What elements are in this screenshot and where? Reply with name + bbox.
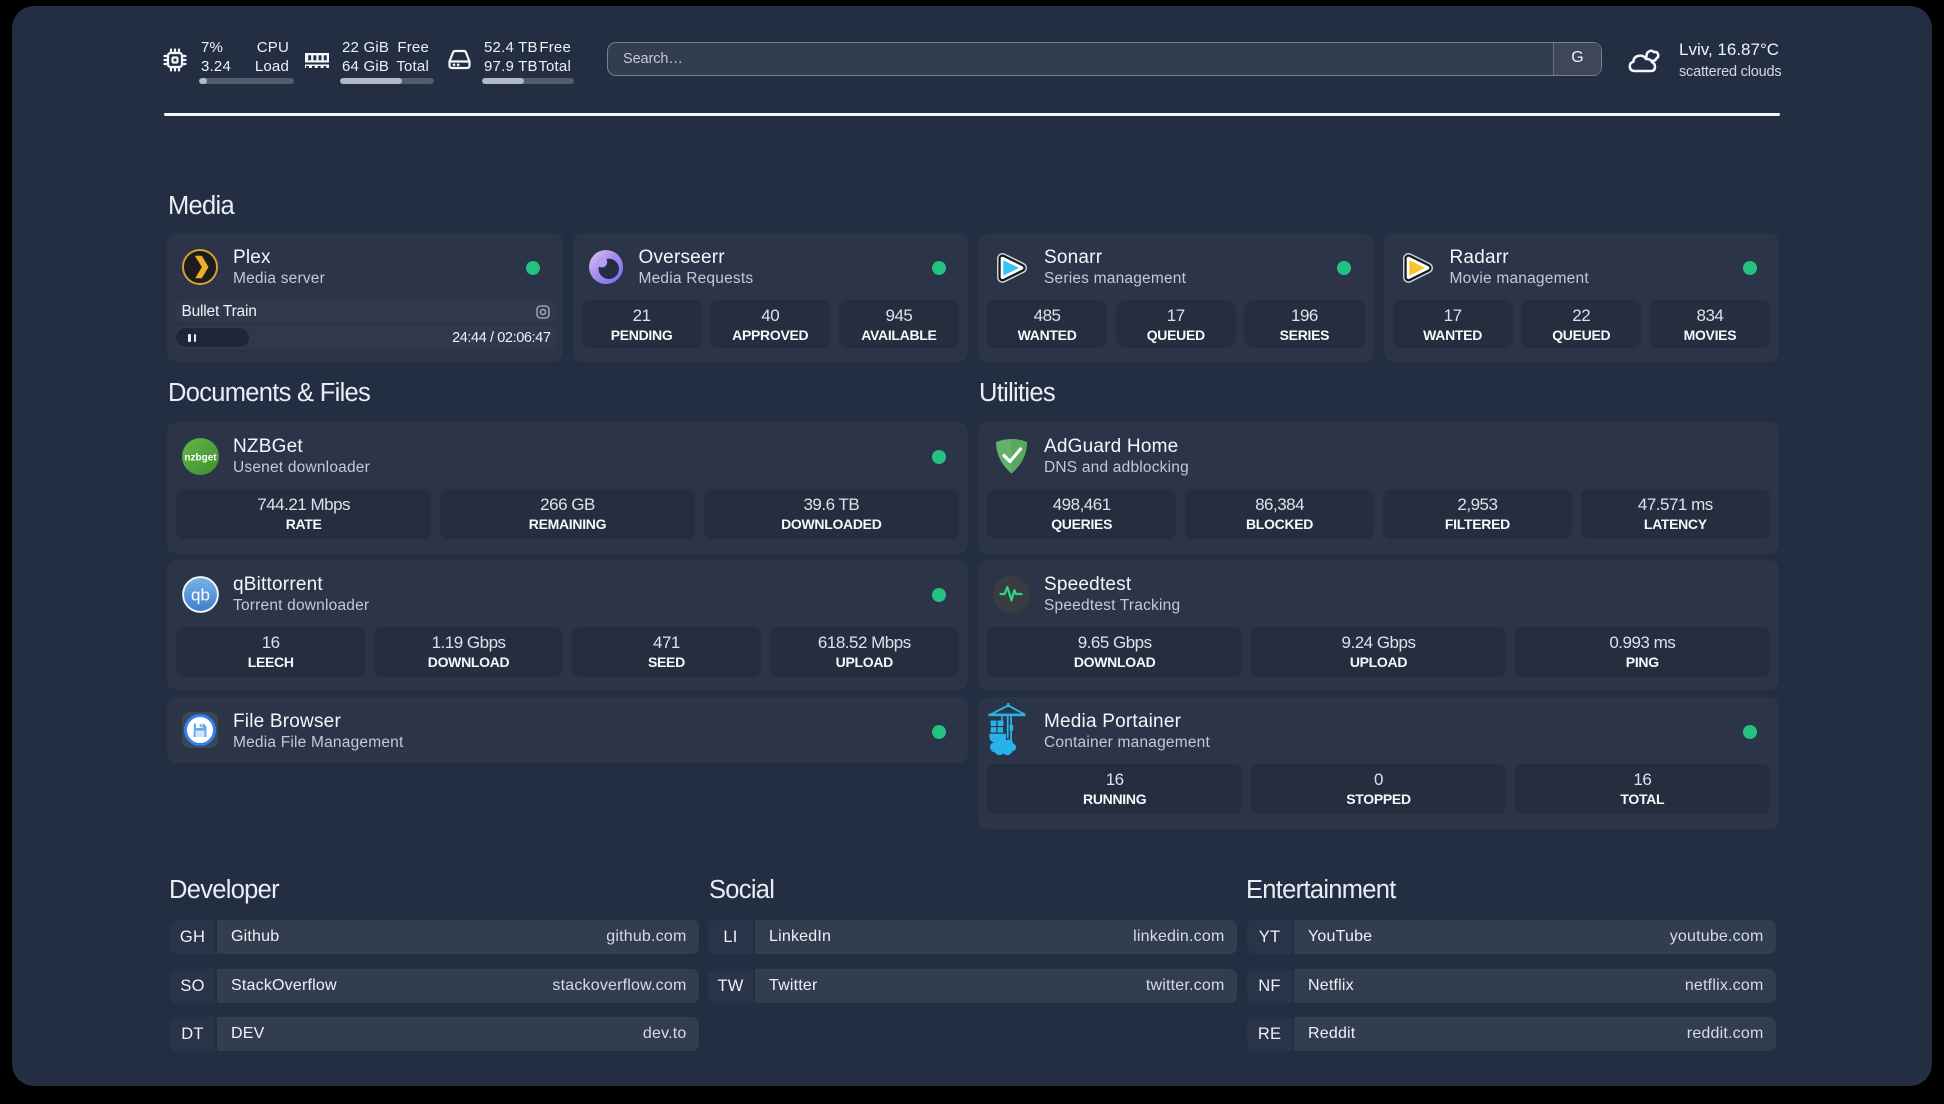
svg-text:qb: qb (191, 586, 210, 605)
svg-text:nzbget: nzbget (184, 453, 217, 464)
